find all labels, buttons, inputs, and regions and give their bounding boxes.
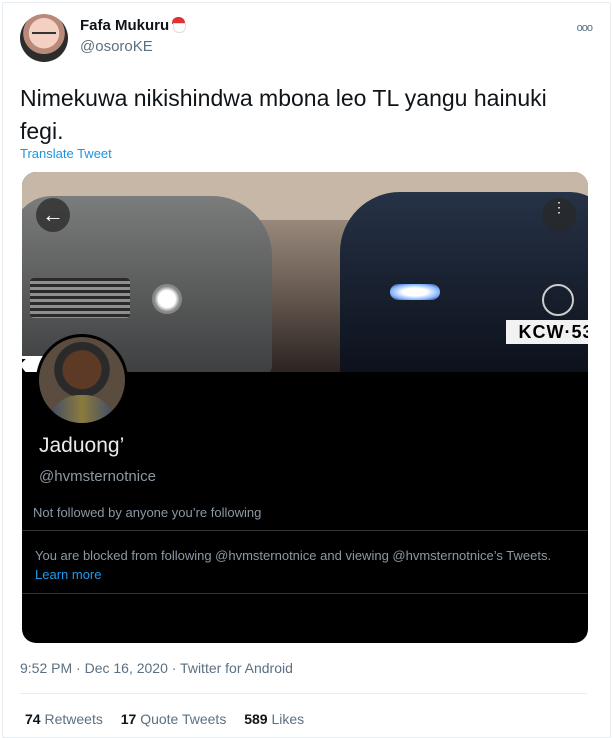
glasses-decoration <box>32 32 56 40</box>
tweet-timestamp-source[interactable]: 9:52 PM · Dec 16, 2020 · Twitter for And… <box>20 660 293 676</box>
retweets-label: Retweets <box>44 711 103 727</box>
not-followed-text: Not followed by anyone you’re following <box>33 505 262 520</box>
stats-divider <box>20 693 587 694</box>
translate-tweet-link[interactable]: Translate Tweet <box>20 146 112 161</box>
engagement-stats: 74 Retweets 17 Quote Tweets 589 Likes <box>25 711 318 727</box>
quotes-count: 17 <box>120 711 137 727</box>
learn-more-link[interactable]: Learn more <box>35 567 101 582</box>
retweets-stat[interactable]: 74 Retweets <box>25 711 103 727</box>
card-divider-bottom <box>22 593 588 594</box>
author-avatar[interactable] <box>20 14 68 62</box>
likes-label: Likes <box>271 711 305 727</box>
likes-count: 589 <box>244 711 268 727</box>
author-handle[interactable]: @osoroKE <box>80 38 153 55</box>
profile-handle: @hvmsternotnice <box>39 468 156 485</box>
quote-tweets-stat[interactable]: 17 Quote Tweets <box>121 711 227 727</box>
author-name[interactable]: Fafa Mukuru <box>80 17 187 34</box>
blocked-text: You are blocked from following @hvmstern… <box>35 548 552 563</box>
santa-emoji-icon <box>171 17 187 33</box>
likes-stat[interactable]: 589 Likes <box>244 711 304 727</box>
retweets-count: 74 <box>25 711 41 727</box>
attached-image-card[interactable]: K KCW·53 ← ⋮ Jaduong’ @hvmsternotnice No… <box>22 172 588 643</box>
blocked-notice: You are blocked from following @hvmstern… <box>35 546 575 584</box>
profile-name: Jaduong’ <box>39 434 125 457</box>
back-arrow-icon[interactable]: ← <box>36 198 70 232</box>
tweet-text: Nimekuwa nikishindwa mbona leo TL yangu … <box>20 85 547 144</box>
card-divider <box>22 530 588 531</box>
profile-avatar[interactable] <box>36 334 128 426</box>
vertical-more-icon[interactable]: ⋮ <box>542 198 576 232</box>
quotes-label: Quote Tweets <box>140 711 227 727</box>
more-options-icon[interactable]: ooo <box>577 22 593 34</box>
author-name-text[interactable]: Fafa Mukuru <box>80 17 169 34</box>
car-logo <box>542 284 574 316</box>
license-plate-right: KCW·53 <box>506 320 588 344</box>
